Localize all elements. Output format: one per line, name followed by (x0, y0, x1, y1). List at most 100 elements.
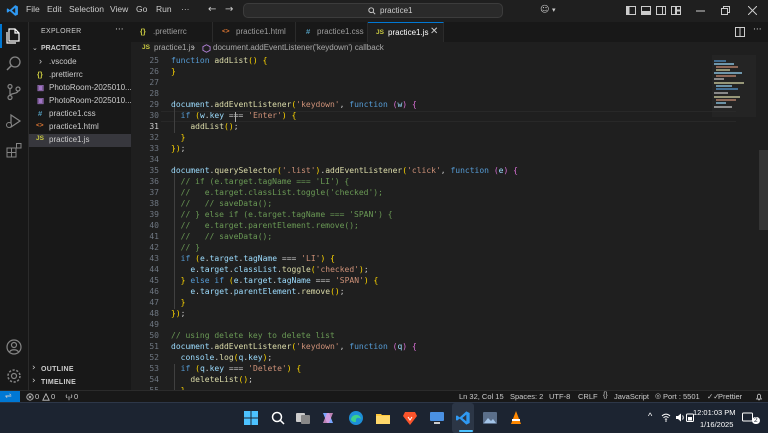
menu-selection[interactable]: Selection (69, 4, 104, 14)
command-center-search[interactable]: practice1 (243, 3, 503, 18)
error-icon[interactable] (26, 393, 34, 401)
code-line: if (w.key === 'Enter') { (180, 111, 297, 120)
customize-layout-icon[interactable] (671, 6, 681, 15)
menu-file[interactable]: File (26, 4, 40, 14)
explorer-icon[interactable] (5, 27, 23, 45)
windows-start-icon[interactable] (243, 410, 259, 426)
clock-date[interactable]: 1/16/2025 (700, 420, 733, 429)
toggle-sidebar-icon[interactable] (626, 6, 636, 15)
timeline-section[interactable]: › TIMELINE (29, 376, 131, 389)
search-icon[interactable] (5, 55, 23, 73)
tab-practice1-html[interactable]: <> practice1.html (213, 22, 296, 42)
image-viewer-icon[interactable] (482, 410, 498, 426)
wifi-icon[interactable] (661, 413, 671, 422)
tree-item-photoroom-2[interactable]: ▣ PhotoRoom-2025010... (29, 95, 131, 108)
tree-item-practice1-html[interactable]: <> practice1.html (29, 121, 131, 134)
line-number: 43 (149, 254, 159, 263)
split-editor-icon[interactable] (735, 27, 745, 37)
clock-time[interactable]: 12:01:03 PM (693, 408, 736, 417)
minimap[interactable] (712, 55, 756, 390)
code-line: } (180, 133, 186, 142)
chevron-down-icon[interactable]: ▾ (552, 3, 556, 17)
volume-icon[interactable] (675, 413, 685, 422)
restore-icon[interactable] (721, 6, 730, 15)
tree-item-label: .vscode (49, 57, 77, 66)
line-number: 32 (149, 133, 159, 142)
tab-practice1-css[interactable]: # practice1.css (296, 22, 368, 42)
code-line: e.target.classList.toggle('checked'); (190, 265, 369, 274)
indentation[interactable]: Spaces: 2 (510, 392, 543, 401)
tab-prettierrc[interactable]: {} .prettierrc (131, 22, 213, 42)
tray-overflow-icon[interactable]: ^ (648, 411, 652, 421)
line-number: 41 (149, 232, 159, 241)
breadcrumb-symbol[interactable]: document.addEventListener('keydown') cal… (213, 43, 384, 52)
minimize-icon[interactable] (696, 10, 705, 12)
language-mode[interactable]: JavaScript (614, 392, 649, 401)
error-count[interactable]: 0 (35, 392, 39, 401)
toggle-secondary-sidebar-icon[interactable] (656, 6, 666, 15)
file-explorer-icon[interactable] (375, 410, 391, 426)
run-debug-icon[interactable] (5, 112, 23, 130)
source-control-icon[interactable] (5, 83, 23, 101)
settings-gear-icon[interactable] (5, 367, 23, 385)
tree-item-vscode[interactable]: › .vscode (29, 56, 131, 69)
extensions-icon[interactable] (5, 141, 23, 159)
notifications-bell-icon[interactable] (755, 393, 763, 401)
toggle-panel-icon[interactable] (641, 6, 651, 15)
tab-practice1-js[interactable]: JS practice1.js ✕ (368, 22, 444, 42)
account-icon[interactable] (5, 338, 23, 356)
close-window-icon[interactable] (748, 6, 757, 15)
forward-arrow-icon[interactable]: → (225, 3, 233, 17)
warning-count[interactable]: 0 (51, 392, 55, 401)
code-line: document.addEventListener('keydown', fun… (171, 342, 417, 351)
menu-go[interactable]: Go (136, 4, 147, 14)
breadcrumb: JS practice1.js › document.addEventListe… (131, 42, 768, 55)
menu-edit[interactable]: Edit (47, 4, 62, 14)
tree-item-prettierrc[interactable]: {} .prettierrc (29, 69, 131, 82)
explorer-more-actions[interactable]: ··· (115, 25, 124, 35)
vlc-player-icon[interactable] (508, 410, 524, 426)
menu-run[interactable]: Run (156, 4, 172, 14)
encoding[interactable]: UTF-8 (549, 392, 570, 401)
menu-more[interactable]: ··· (181, 4, 190, 14)
live-server-port[interactable]: Port : 5501 (663, 392, 700, 401)
tree-item-photoroom-1[interactable]: ▣ PhotoRoom-2025010... (29, 82, 131, 95)
taskbar-search-icon[interactable] (270, 410, 286, 426)
task-view-icon[interactable] (295, 410, 311, 426)
cursor-position[interactable]: Ln 32, Col 15 (459, 392, 504, 401)
tree-item-practice1-css[interactable]: # practice1.css (29, 108, 131, 121)
symbol-method-icon (202, 44, 211, 53)
brave-browser-icon[interactable] (402, 410, 418, 426)
code-editor[interactable]: 25 26 27 28 29 30 31 32 33 34 35 36 37 3… (131, 55, 768, 390)
vertical-scrollbar-thumb[interactable] (759, 150, 768, 230)
remote-desktop-icon[interactable] (429, 410, 445, 426)
ports-count[interactable]: 0 (74, 392, 78, 401)
close-tab-icon[interactable]: ✕ (430, 26, 438, 37)
js-file-icon: JS (142, 44, 150, 51)
end-of-line[interactable]: CRLF (578, 392, 598, 401)
line-number: 42 (149, 243, 159, 252)
breadcrumb-file[interactable]: practice1.js (154, 43, 194, 52)
outline-section[interactable]: › OUTLINE (29, 363, 131, 376)
outline-title: OUTLINE (41, 366, 74, 373)
line-number: 28 (149, 89, 159, 98)
prettier-status[interactable]: Prettier (718, 392, 742, 401)
copilot-icon[interactable]: ☺ (540, 3, 549, 17)
ports-antenna-icon[interactable] (65, 393, 73, 401)
search-icon (368, 7, 376, 15)
tree-item-label: PhotoRoom-2025010... (49, 96, 131, 105)
folder-practice1[interactable]: ⌄ PRACTICE1 (29, 43, 131, 56)
code-line: // } (180, 243, 200, 252)
chevron-right-icon: › (32, 363, 36, 373)
warning-icon[interactable] (42, 393, 50, 401)
copilot-app-icon[interactable] (320, 410, 336, 426)
editor-more-actions-icon[interactable]: ··· (753, 25, 762, 35)
edge-browser-icon[interactable] (348, 410, 364, 426)
code-line: } (180, 298, 186, 307)
tree-item-practice1-js[interactable]: JS practice1.js (29, 134, 131, 147)
tree-item-label: practice1.css (49, 109, 96, 118)
back-arrow-icon[interactable]: ← (208, 3, 216, 17)
menu-view[interactable]: View (110, 4, 128, 14)
css-file-icon: # (38, 109, 43, 118)
vscode-taskbar-icon[interactable] (455, 410, 471, 426)
